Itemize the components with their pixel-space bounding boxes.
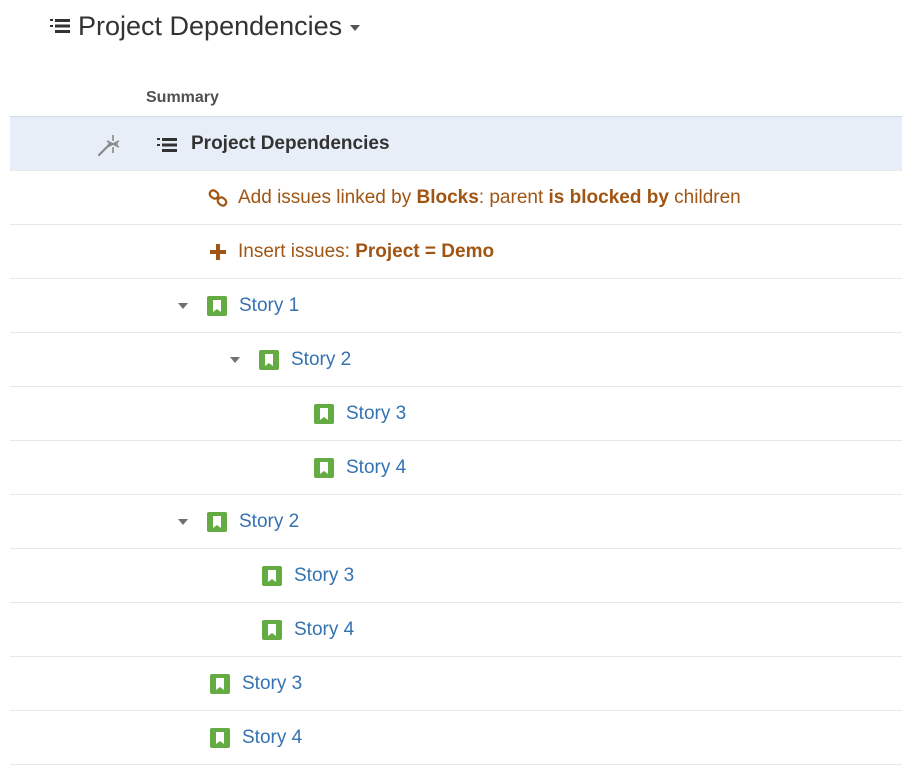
generator-prefix: Insert issues: [238, 240, 356, 262]
generator-query: Project = Demo [355, 240, 495, 262]
tree-row[interactable]: Story 4 [10, 603, 902, 657]
link-generator[interactable]: Add issues linked by Blocks: parent is b… [208, 187, 741, 209]
generator-row-link[interactable]: Add issues linked by Blocks: parent is b… [10, 171, 902, 225]
generator-prefix: Add issues linked by [238, 186, 417, 208]
story-icon [207, 511, 227, 532]
tree-row[interactable]: Story 4 [10, 711, 902, 765]
link-icon [208, 188, 228, 207]
issue-link[interactable]: Story 4 [346, 457, 406, 479]
tree-row[interactable]: Story 4 [10, 441, 902, 495]
story-icon [210, 673, 230, 694]
collapse-toggle-icon[interactable] [178, 518, 188, 525]
story-icon [314, 457, 334, 478]
tree-row[interactable]: Story 2 [10, 333, 902, 387]
story-icon [259, 349, 279, 370]
collapse-toggle-icon[interactable] [230, 356, 240, 363]
issue-link[interactable]: Story 3 [242, 673, 302, 695]
issue-link[interactable]: Story 2 [239, 511, 299, 533]
story-icon [207, 295, 227, 316]
structure-title-menu[interactable]: Project Dependencies [50, 6, 361, 46]
tree-row[interactable]: Story 2 [10, 495, 902, 549]
generator-middle: : parent [478, 186, 549, 208]
magic-wand-icon[interactable] [96, 132, 122, 158]
tree-row[interactable]: Story 3 [10, 387, 902, 441]
tree-row[interactable]: Story 3 [10, 657, 902, 711]
column-header-summary[interactable]: Summary [146, 89, 219, 107]
generator-link-type: Blocks [416, 186, 479, 208]
story-icon [210, 727, 230, 748]
issue-link[interactable]: Story 3 [346, 403, 406, 425]
root-label: Project Dependencies [191, 132, 390, 154]
generator-row-insert[interactable]: Insert issues: Project = Demo [10, 225, 902, 279]
structure-tree: Project Dependencies Add issues linked b… [10, 116, 902, 765]
plus-icon [210, 243, 226, 260]
collapse-toggle-icon[interactable] [178, 302, 188, 309]
issue-link[interactable]: Story 4 [294, 619, 354, 641]
story-icon [314, 403, 334, 424]
structure-icon [50, 19, 70, 33]
generator-suffix: children [668, 186, 741, 208]
root-row[interactable]: Project Dependencies [10, 116, 902, 171]
issue-link[interactable]: Story 1 [239, 295, 299, 317]
structure-icon [157, 138, 177, 152]
tree-row[interactable]: Story 3 [10, 549, 902, 603]
story-icon [262, 565, 282, 586]
chevron-down-icon [350, 25, 361, 31]
story-icon [262, 619, 282, 640]
insert-generator[interactable]: Insert issues: Project = Demo [208, 241, 494, 263]
issue-link[interactable]: Story 2 [291, 349, 351, 371]
issue-link[interactable]: Story 4 [242, 727, 302, 749]
tree-row[interactable]: Story 1 [10, 279, 902, 333]
generator-relation: is blocked by [548, 186, 669, 208]
issue-link[interactable]: Story 3 [294, 565, 354, 587]
page-title: Project Dependencies [78, 10, 343, 41]
